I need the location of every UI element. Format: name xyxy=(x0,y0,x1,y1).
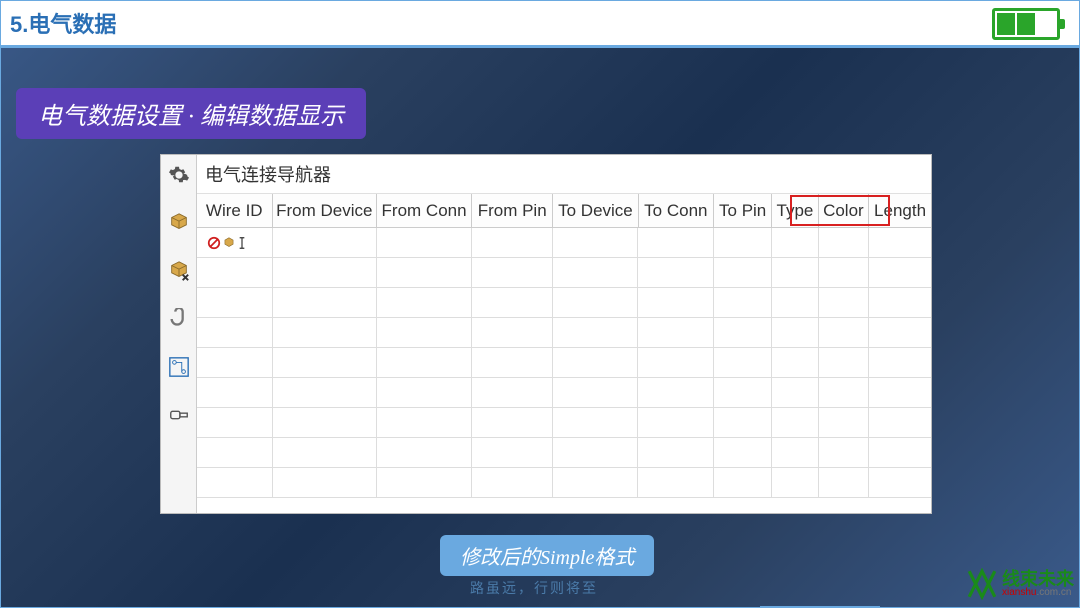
pane-title: 电气连接导航器 xyxy=(197,155,931,194)
main-pane: 电气连接导航器 Wire ID From Device From Conn Fr… xyxy=(197,155,931,513)
col-from-pin[interactable]: From Pin xyxy=(472,194,553,227)
data-grid: Wire ID From Device From Conn From Pin T… xyxy=(197,194,931,513)
watermark-logo-icon xyxy=(966,568,998,600)
col-from-device[interactable]: From Device xyxy=(273,194,378,227)
app-window: 电气连接导航器 Wire ID From Device From Conn Fr… xyxy=(160,154,932,514)
hook-icon xyxy=(168,308,190,330)
row-status-icons xyxy=(201,236,247,250)
caption-pill: 修改后的Simple格式 xyxy=(440,535,654,576)
col-type[interactable]: Type xyxy=(772,194,819,227)
component-button[interactable] xyxy=(165,209,193,237)
cube-cut-icon xyxy=(168,260,190,282)
watermark: 线束未来 xianshu.com.cn xyxy=(966,568,1074,600)
cube-icon xyxy=(168,212,190,234)
slide-title: 5.电气数据 xyxy=(10,7,116,39)
component-cut-button[interactable] xyxy=(165,257,193,285)
col-to-device[interactable]: To Device xyxy=(553,194,638,227)
link-button[interactable] xyxy=(165,305,193,333)
watermark-cn: 线束未来 xyxy=(1002,570,1074,588)
settings-button[interactable] xyxy=(165,161,193,189)
cube-small-icon xyxy=(222,236,236,250)
col-to-conn[interactable]: To Conn xyxy=(639,194,715,227)
cell-wire-id[interactable] xyxy=(197,228,273,257)
col-color[interactable]: Color xyxy=(819,194,869,227)
col-to-pin[interactable]: To Pin xyxy=(714,194,772,227)
schematic-icon xyxy=(168,356,190,378)
col-length[interactable]: Length xyxy=(869,194,931,227)
gear-icon xyxy=(168,164,190,186)
forbidden-icon xyxy=(207,236,221,250)
grid-body[interactable] xyxy=(197,228,931,513)
ibeam-icon xyxy=(237,236,247,250)
slide-header: 5.电气数据 xyxy=(0,0,1080,48)
table-row[interactable] xyxy=(197,348,931,378)
table-row[interactable] xyxy=(197,408,931,438)
vertical-toolbar xyxy=(161,155,197,513)
schematic-button[interactable] xyxy=(165,353,193,381)
watermark-en: xianshu.com.cn xyxy=(1002,588,1074,598)
battery-cell xyxy=(1017,13,1035,35)
subtitle-pill: 电气数据设置 · 编辑数据显示 xyxy=(16,88,366,139)
connector-icon xyxy=(168,404,190,426)
table-row[interactable] xyxy=(197,438,931,468)
connector-button[interactable] xyxy=(165,401,193,429)
table-row[interactable] xyxy=(197,258,931,288)
battery-icon xyxy=(992,8,1060,40)
table-row[interactable] xyxy=(197,468,931,498)
col-wire-id[interactable]: Wire ID xyxy=(197,194,273,227)
table-row[interactable] xyxy=(197,318,931,348)
table-row[interactable] xyxy=(197,228,931,258)
table-row[interactable] xyxy=(197,288,931,318)
footer-motto: 路虽远，行则将至 xyxy=(470,578,598,598)
col-from-conn[interactable]: From Conn xyxy=(377,194,472,227)
grid-header: Wire ID From Device From Conn From Pin T… xyxy=(197,194,931,228)
table-row[interactable] xyxy=(197,378,931,408)
battery-cell xyxy=(997,13,1015,35)
